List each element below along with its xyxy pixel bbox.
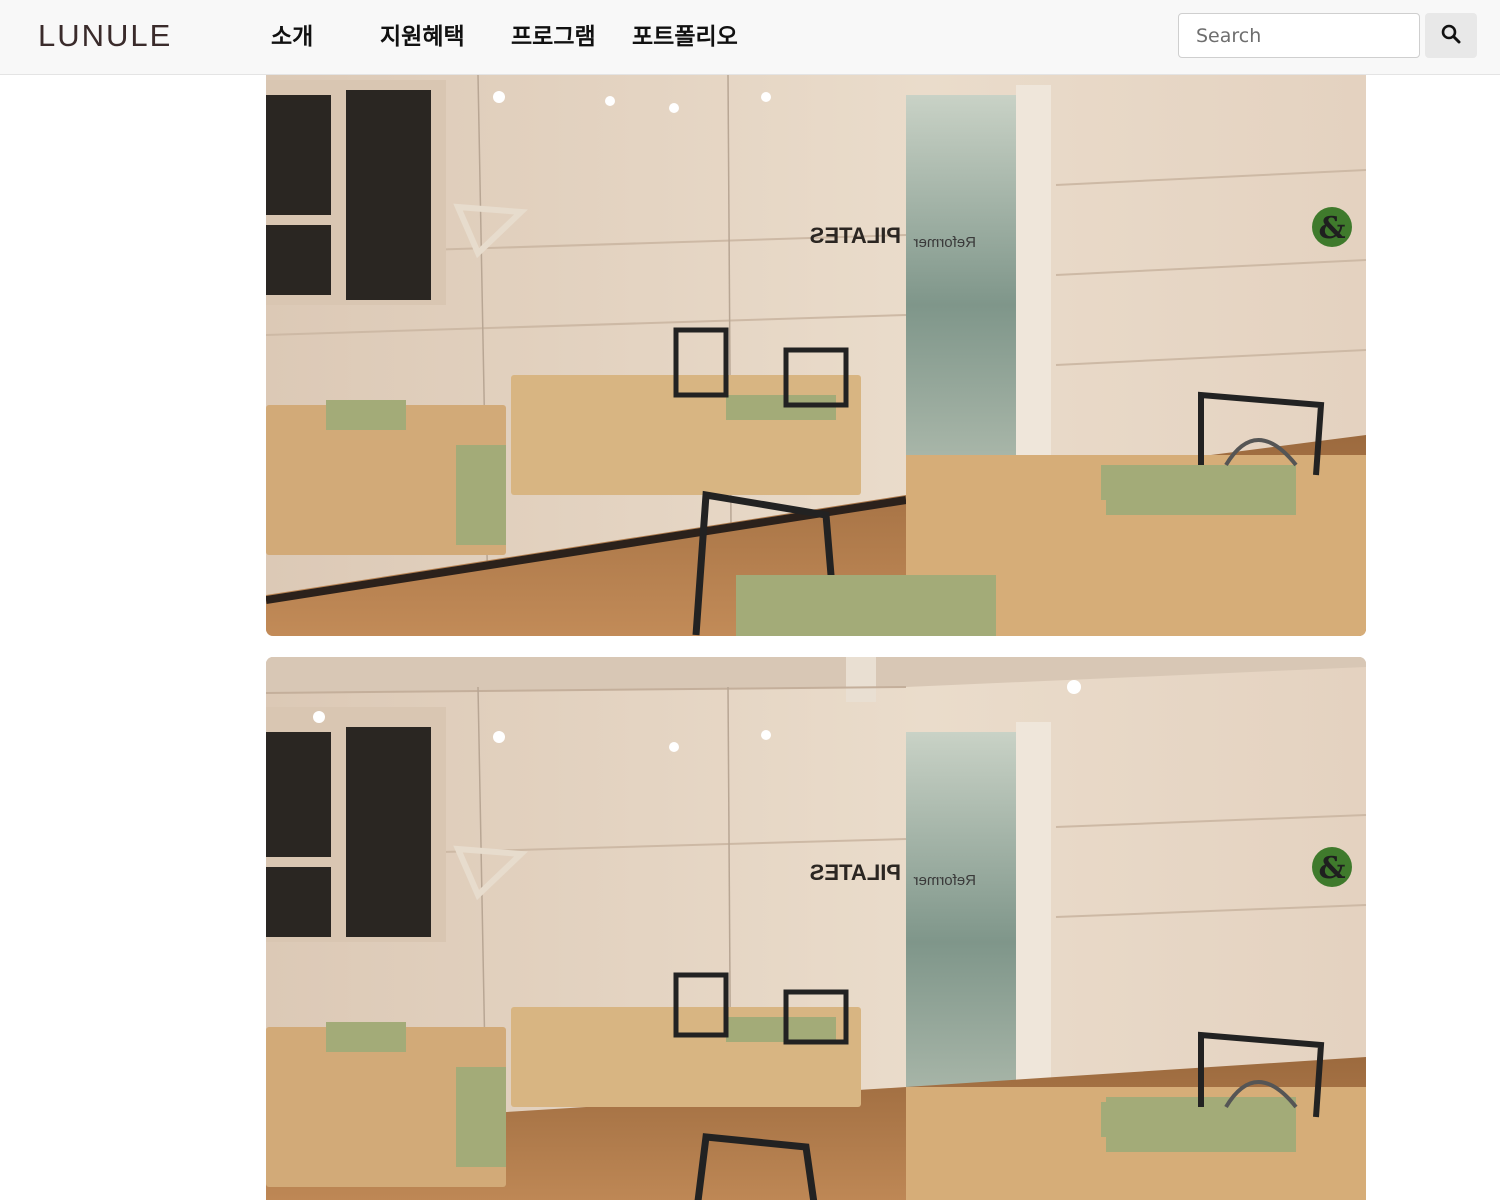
- top-navbar: LUNULE 소개 지원혜택 프로그램 포트폴리오: [0, 0, 1500, 75]
- door-text: Reformer: [913, 872, 976, 889]
- gallery-photo-2[interactable]: PILATES Reformer &: [266, 657, 1366, 1200]
- nav-link-portfolio[interactable]: 포트폴리오: [632, 20, 738, 54]
- nav-link-program[interactable]: 프로그램: [511, 20, 596, 54]
- nav-link-benefits[interactable]: 지원혜택: [380, 20, 465, 54]
- door-text: Reformer: [913, 234, 976, 251]
- search-icon: [1441, 24, 1461, 47]
- search-input[interactable]: [1178, 13, 1420, 58]
- studio-photo-illustration: PILATES Reformer &: [266, 657, 1366, 1200]
- brand-logo[interactable]: LUNULE: [38, 18, 172, 54]
- mirrored-sign-text: PILATES: [810, 860, 901, 885]
- badge-text: &: [1318, 211, 1345, 246]
- mirrored-sign-text: PILATES: [810, 223, 901, 248]
- gallery-photo-1[interactable]: PILATES Reformer &: [266, 75, 1366, 636]
- badge-text: &: [1318, 851, 1345, 886]
- nav-link-intro[interactable]: 소개: [271, 20, 313, 54]
- studio-photo-illustration: PILATES Reformer &: [266, 75, 1366, 636]
- search-button[interactable]: [1425, 13, 1477, 58]
